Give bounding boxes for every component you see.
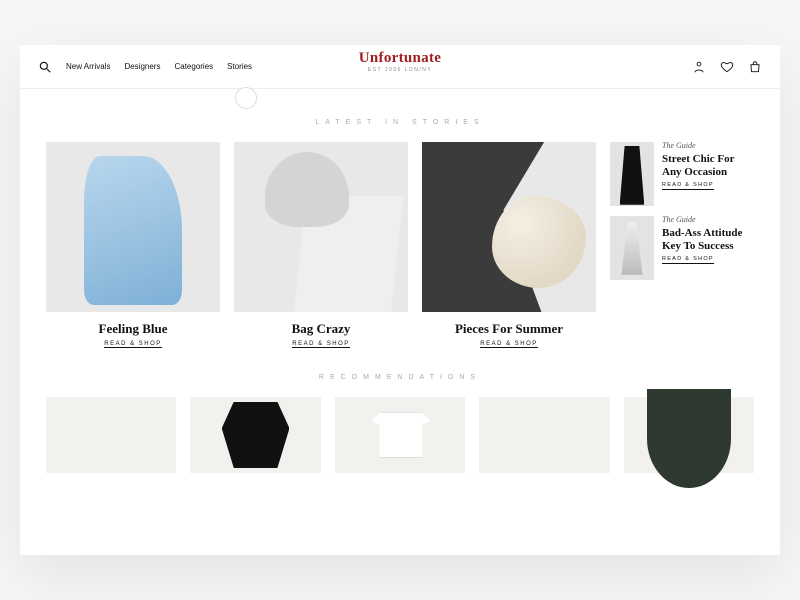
story-card[interactable]: Bag Crazy READ & SHOP [234,142,408,348]
search-icon[interactable] [38,60,52,74]
stories-heading: LATEST IN STORIES [20,119,780,126]
account-icon[interactable] [692,60,706,74]
site-header: New Arrivals Designers Categories Storie… [20,45,780,89]
product-card[interactable] [624,397,754,473]
read-shop-link[interactable]: READ & SHOP [104,341,162,348]
story-image [422,142,596,312]
brand-logo[interactable]: Unfortunate EST 2006 LDN/NY [359,51,441,73]
scroll-marker [235,87,257,109]
story-title: Feeling Blue [46,322,220,335]
product-card[interactable] [46,397,176,473]
read-shop-link[interactable]: READ & SHOP [480,341,538,348]
read-shop-link[interactable]: READ & SHOP [662,183,714,190]
side-story-thumb [610,142,654,206]
product-card[interactable] [190,397,320,473]
brand-name: Unfortunate [359,51,441,66]
story-title: Bag Crazy [234,322,408,335]
side-story-eyebrow: The Guide [662,216,754,224]
side-story-headline: Street Chic For Any Occasion [662,153,754,178]
side-story-headline: Bad-Ass Attitude Key To Success [662,227,754,252]
brand-tagline: EST 2006 LDN/NY [359,68,441,73]
read-shop-link[interactable]: READ & SHOP [292,341,350,348]
bag-icon[interactable] [748,60,762,74]
recs-heading: RECOMMENDATIONS [20,374,780,381]
app-window: New Arrivals Designers Categories Storie… [20,45,780,555]
story-card[interactable]: Feeling Blue READ & SHOP [46,142,220,348]
recommendations-row [20,397,780,473]
story-card[interactable]: Pieces For Summer READ & SHOP [422,142,596,348]
read-shop-link[interactable]: READ & SHOP [662,257,714,264]
product-card[interactable] [479,397,609,473]
nav-designers[interactable]: Designers [124,63,160,71]
story-image [234,142,408,312]
product-card[interactable] [335,397,465,473]
side-story[interactable]: The Guide Street Chic For Any Occasion R… [610,142,754,206]
side-stories: The Guide Street Chic For Any Occasion R… [610,142,754,348]
wishlist-icon[interactable] [720,60,734,74]
side-story[interactable]: The Guide Bad-Ass Attitude Key To Succes… [610,216,754,280]
nav-new-arrivals[interactable]: New Arrivals [66,63,110,71]
story-title: Pieces For Summer [422,322,596,335]
story-image [46,142,220,312]
stories-row: Feeling Blue READ & SHOP Bag Crazy READ … [20,142,780,348]
side-story-eyebrow: The Guide [662,142,754,150]
nav-stories[interactable]: Stories [227,63,252,71]
nav-categories[interactable]: Categories [174,63,213,71]
side-story-thumb [610,216,654,280]
